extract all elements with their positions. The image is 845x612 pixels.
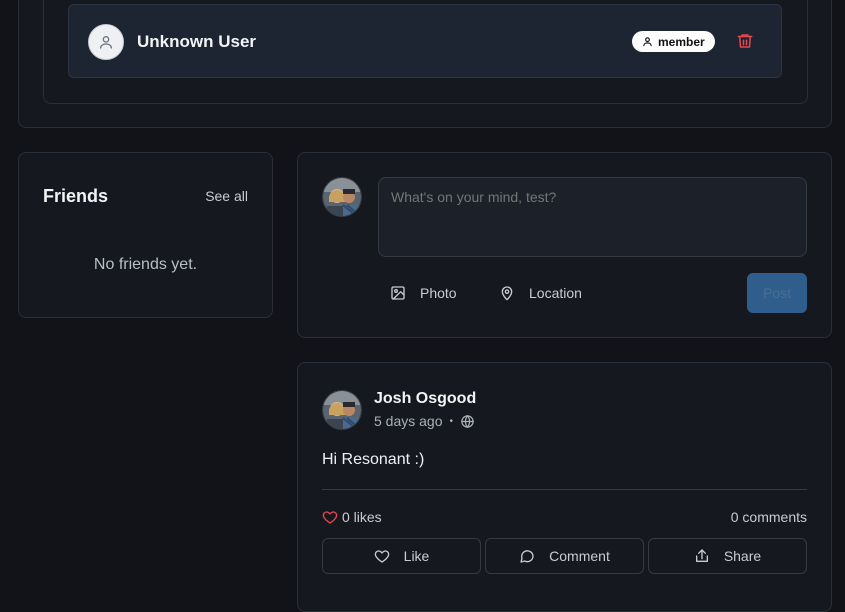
trash-icon[interactable]: [736, 32, 754, 50]
post-card: Josh Osgood 5 days ago • Hi Resonant :) …: [297, 362, 832, 612]
user-icon: [100, 36, 112, 49]
location-label: Location: [529, 285, 582, 301]
post-divider: [322, 489, 807, 490]
member-name: Unknown User: [137, 32, 257, 51]
composer-avatar: [322, 177, 362, 217]
globe-icon: [461, 414, 474, 428]
map-pin-icon: [501, 286, 513, 301]
share-label: Share: [723, 548, 762, 564]
member-row: Unknown User member: [68, 4, 782, 78]
share-icon: [695, 549, 708, 562]
meta-separator: •: [449, 415, 454, 427]
image-icon: [391, 286, 405, 300]
photo-label: Photo: [420, 285, 457, 301]
heart-icon: [322, 511, 338, 524]
friends-empty-state: No friends yet.: [93, 256, 198, 273]
composer-panel: Photo Location Post: [297, 152, 832, 338]
post-author[interactable]: Josh Osgood: [374, 390, 476, 408]
user-avatar: [88, 24, 124, 60]
user-icon: [643, 37, 652, 47]
share-button[interactable]: Share: [648, 538, 807, 574]
post-body: Hi Resonant :): [322, 451, 425, 468]
post-button[interactable]: Post: [747, 273, 807, 313]
avatar-photo: [323, 391, 361, 429]
comment-button[interactable]: Comment: [485, 538, 644, 574]
message-circle-icon: [520, 550, 534, 563]
role-label: member: [658, 34, 705, 49]
friends-panel: Friends See all No friends yet.: [18, 152, 273, 318]
comments-count[interactable]: 0 comments: [731, 509, 807, 525]
post-timestamp: 5 days ago: [374, 413, 443, 429]
likes-label: 0 likes: [342, 509, 382, 525]
add-photo-button[interactable]: Photo: [390, 285, 457, 301]
heart-icon: [374, 550, 389, 563]
friends-title: Friends: [43, 186, 109, 206]
like-button[interactable]: Like: [322, 538, 481, 574]
post-composer-input[interactable]: [378, 177, 807, 257]
comment-label: Comment: [549, 548, 610, 564]
see-all-link[interactable]: See all: [205, 188, 248, 204]
likes-count[interactable]: 0 likes: [322, 509, 382, 525]
author-avatar[interactable]: [322, 390, 362, 430]
avatar-photo: [323, 178, 361, 216]
add-location-button[interactable]: Location: [499, 285, 582, 301]
post-meta: 5 days ago •: [374, 413, 475, 429]
like-label: Like: [403, 548, 430, 564]
role-badge: member: [632, 31, 715, 52]
